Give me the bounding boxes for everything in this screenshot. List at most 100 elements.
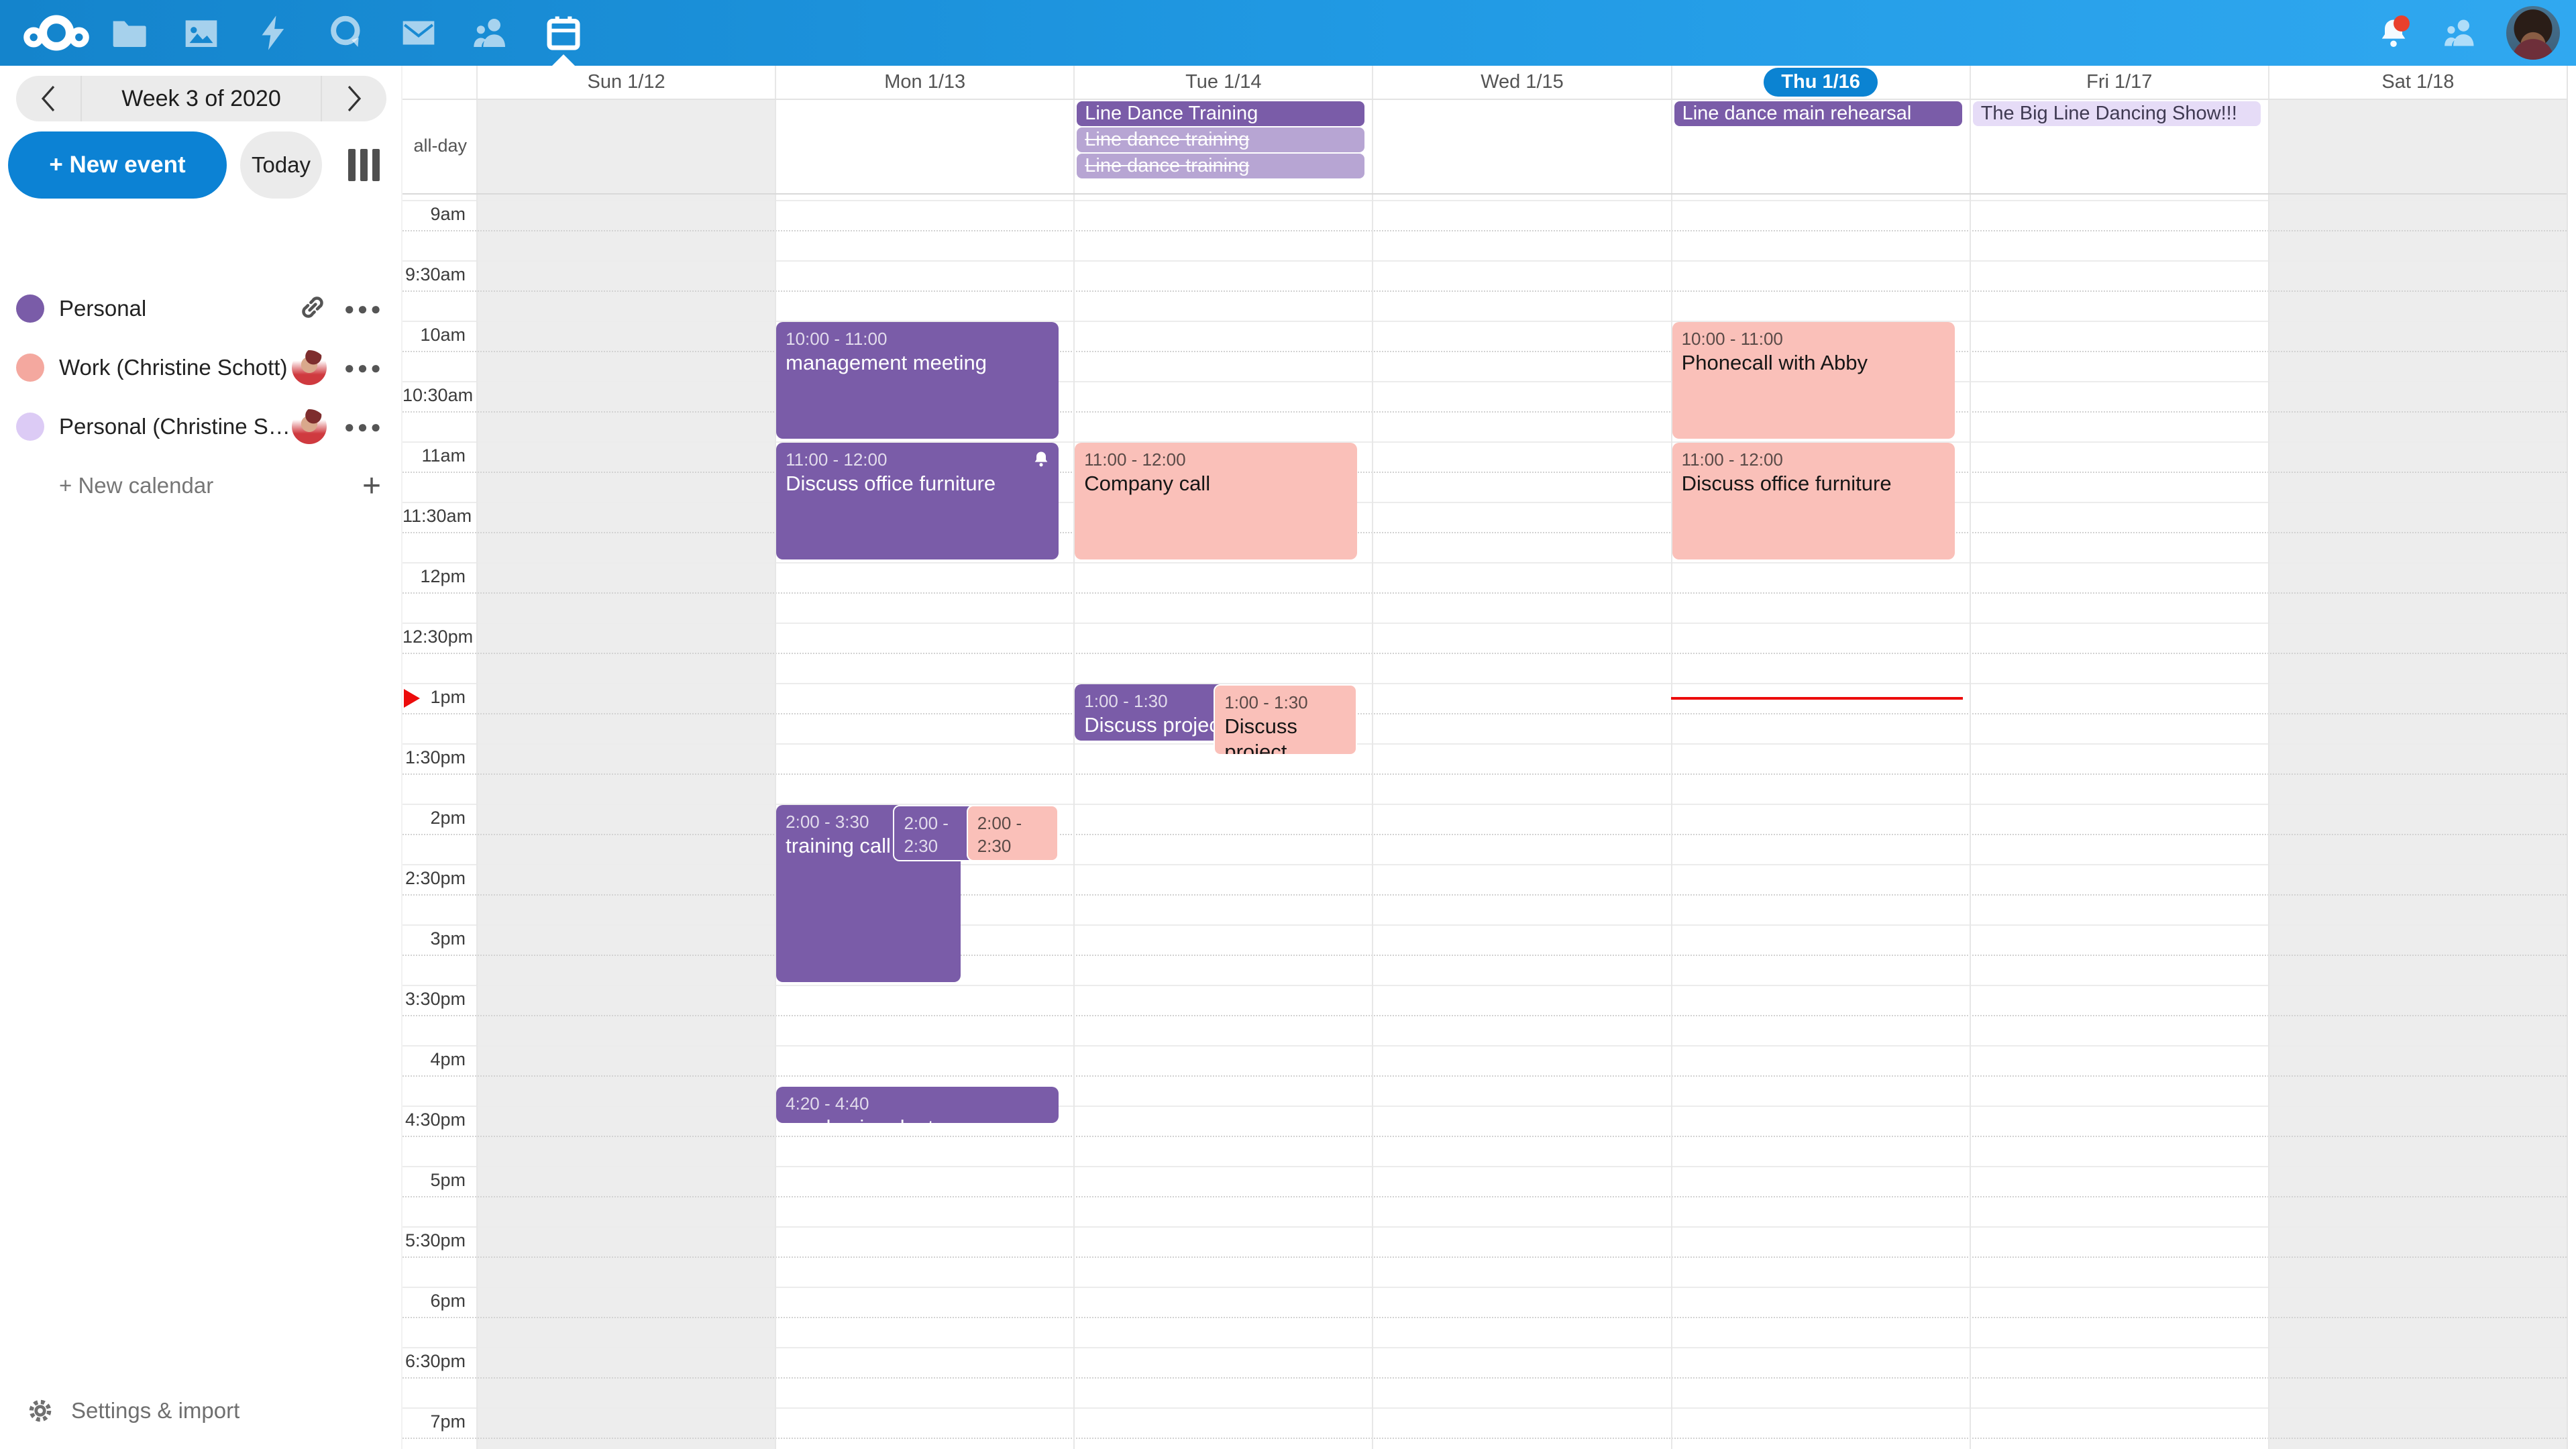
all-day-border	[402, 193, 2567, 195]
next-week-button[interactable]	[322, 76, 386, 121]
app-calendar-icon[interactable]	[527, 0, 600, 66]
settings-import[interactable]: Settings & import	[0, 1387, 402, 1434]
quarter-slot-line	[402, 834, 2567, 835]
event-time: 11:00 - 12:00	[1084, 448, 1348, 471]
event-time: 1:00 - 1:30	[1224, 691, 1346, 714]
time-label: 3:30pm	[402, 986, 467, 1012]
quarter-slot-line	[402, 773, 2567, 775]
time-label: 6pm	[402, 1288, 467, 1314]
calendar-event[interactable]: 11:00 - 12:00Discuss office furniture	[776, 443, 1059, 559]
event-title: Discuss project announcement	[1224, 714, 1346, 755]
app-logo-icon[interactable]	[20, 0, 93, 66]
quarter-slot-line	[402, 894, 2567, 896]
slot-line	[402, 623, 2567, 624]
all-day-event[interactable]: Line Dance Training	[1077, 101, 1364, 126]
user-avatar[interactable]	[2506, 6, 2560, 60]
app-activity-icon[interactable]	[237, 0, 310, 66]
all-day-event[interactable]: The Big Line Dancing Show!!!	[1973, 101, 2261, 126]
slot-line	[402, 381, 2567, 382]
day-column-line	[476, 66, 478, 1449]
calendar-owner-avatar	[292, 350, 327, 385]
calendar-event[interactable]: 11:00 - 12:00Discuss office furniture	[1672, 443, 1955, 559]
slot-line	[402, 864, 2567, 865]
calendar-color-dot	[16, 354, 44, 382]
event-time: 2:00 - 2:30	[904, 812, 975, 857]
new-calendar-button[interactable]: + New calendar+	[0, 456, 402, 515]
event-title: Company call	[1084, 471, 1348, 496]
week-label[interactable]: Week 3 of 2020	[80, 76, 322, 121]
gear-icon	[25, 1396, 55, 1426]
calendar-event[interactable]: 1:00 - 1:30Discuss project announcement	[1214, 684, 1357, 755]
event-time: 2:00 - 2:30	[977, 812, 1049, 857]
day-header-sat[interactable]: Sat 1/18	[2269, 66, 2567, 99]
app-contacts-icon[interactable]	[455, 0, 527, 66]
event-title: check-in	[904, 857, 975, 861]
calendar-actions-menu-icon[interactable]: ●●●	[344, 299, 384, 319]
all-day-event[interactable]: Line dance training	[1077, 154, 1364, 178]
calendar-actions-menu-icon[interactable]: ●●●	[344, 358, 384, 378]
quarter-slot-line	[402, 1317, 2567, 1318]
day-header-thu[interactable]: Thu 1/16	[1672, 66, 1970, 99]
time-label: 9am	[402, 201, 467, 227]
event-time: 10:00 - 11:00	[786, 327, 1049, 350]
notifications-bell-icon[interactable]	[2372, 11, 2415, 54]
calendar-event[interactable]: 11:00 - 12:00Company call	[1075, 443, 1357, 559]
week-view-toggle-icon[interactable]	[348, 149, 380, 181]
slot-line	[402, 743, 2567, 745]
quarter-slot-line	[402, 1377, 2567, 1379]
calendar-event[interactable]: 4:20 - 4:40purchasing dept conversation	[776, 1087, 1059, 1123]
calendar-list-item[interactable]: Work (Christine Schott) ●●●	[0, 338, 402, 397]
calendar-event[interactable]: 2:00 - 2:30check-in	[967, 805, 1059, 861]
all-day-label: all-day	[402, 99, 476, 193]
nextcloud-calendar-app: Week 3 of 2020 + New event Today Persona…	[0, 0, 2576, 1449]
slot-line	[402, 985, 2567, 986]
time-label: 12:30pm	[402, 624, 467, 650]
app-mail-icon[interactable]	[382, 0, 455, 66]
calendar-actions-menu-icon[interactable]: ●●●	[344, 417, 384, 437]
calendar-name: Work (Christine Schott)	[59, 355, 292, 380]
quarter-slot-line	[402, 1136, 2567, 1137]
plus-icon: +	[362, 468, 381, 504]
all-day-event[interactable]: Line dance main rehearsal	[1674, 101, 1962, 126]
slot-line	[402, 1226, 2567, 1228]
app-files-icon[interactable]	[93, 0, 165, 66]
calendar-list: Personal●●●Work (Christine Schott)●●●Per…	[0, 279, 402, 515]
new-event-button[interactable]: + New event	[8, 131, 227, 199]
slot-line	[402, 562, 2567, 564]
slot-line	[402, 1287, 2567, 1288]
day-header-sun[interactable]: Sun 1/12	[478, 66, 775, 99]
day-column-line	[1671, 66, 1672, 1449]
calendar-event[interactable]: 10:00 - 11:00management meeting	[776, 322, 1059, 439]
event-time: 11:00 - 12:00	[786, 448, 1049, 471]
app-photos-icon[interactable]	[165, 0, 237, 66]
app-talk-icon[interactable]	[310, 0, 382, 66]
time-label: 7pm	[402, 1409, 467, 1435]
vertical-scrollbar[interactable]	[2567, 66, 2576, 1449]
time-label: 10am	[402, 322, 467, 348]
day-header-wed[interactable]: Wed 1/15	[1373, 66, 1670, 99]
event-title: Discuss office furniture	[1682, 471, 1945, 496]
day-header-fri[interactable]: Fri 1/17	[1971, 66, 2268, 99]
calendar-owner-avatar	[292, 409, 327, 444]
time-label: 5:30pm	[402, 1228, 467, 1254]
time-label: 2:30pm	[402, 865, 467, 892]
day-header-tue[interactable]: Tue 1/14	[1075, 66, 1372, 99]
active-app-indicator	[552, 54, 575, 66]
time-label: 5pm	[402, 1167, 467, 1193]
previous-week-button[interactable]	[16, 76, 80, 121]
share-link-icon[interactable]	[299, 293, 327, 325]
day-column-line	[1073, 66, 1075, 1449]
time-label: 11:30am	[402, 503, 467, 529]
event-title: Discuss office furniture	[786, 471, 1049, 496]
event-time: 11:00 - 12:00	[1682, 448, 1945, 471]
time-label: 1:30pm	[402, 745, 467, 771]
all-day-event[interactable]: Line dance training	[1077, 127, 1364, 152]
day-header-mon[interactable]: Mon 1/13	[776, 66, 1073, 99]
calendar-event[interactable]: 10:00 - 11:00Phonecall with Abby	[1672, 322, 1955, 439]
calendar-name: Personal	[59, 296, 294, 321]
calendar-list-item[interactable]: Personal (Christine Schott)●●●	[0, 397, 402, 456]
contacts-menu-icon[interactable]	[2439, 11, 2482, 54]
today-button[interactable]: Today	[240, 131, 322, 199]
calendar-list-item[interactable]: Personal ●●●	[0, 279, 402, 338]
time-label: 2pm	[402, 805, 467, 831]
